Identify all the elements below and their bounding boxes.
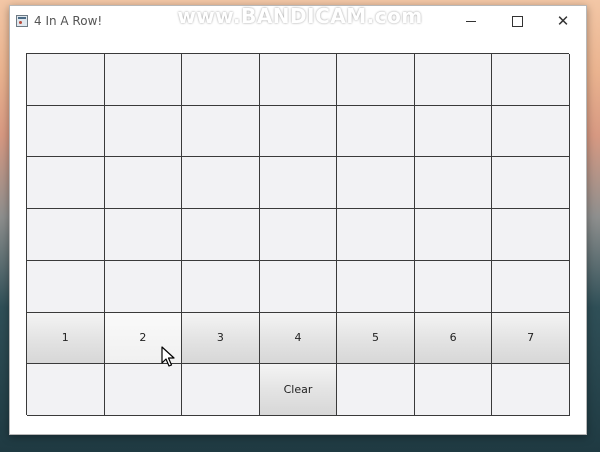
board-cell[interactable] xyxy=(414,209,493,261)
client-area: 1 2 3 4 5 6 7 Clear xyxy=(10,36,586,434)
board-cell[interactable] xyxy=(27,105,105,158)
board-cell[interactable] xyxy=(492,157,570,210)
board-cell[interactable] xyxy=(182,260,260,313)
column-1-button[interactable]: 1 xyxy=(27,312,105,365)
board-cell[interactable] xyxy=(27,157,105,210)
board-cell[interactable] xyxy=(414,54,493,106)
maximize-button[interactable] xyxy=(494,6,540,36)
board-cell[interactable] xyxy=(259,260,338,313)
window-title: 4 In A Row! xyxy=(34,14,103,28)
board-cell[interactable] xyxy=(27,209,105,261)
maximize-icon xyxy=(511,15,523,27)
board-cell[interactable] xyxy=(337,157,415,210)
empty-cell xyxy=(337,364,415,416)
board-cell[interactable] xyxy=(492,209,570,261)
board-cell[interactable] xyxy=(104,157,183,210)
board-cell[interactable] xyxy=(182,54,260,106)
column-5-button[interactable]: 5 xyxy=(337,312,415,365)
board-cell[interactable] xyxy=(259,54,338,106)
column-3-button[interactable]: 3 xyxy=(182,312,260,365)
empty-cell xyxy=(182,364,260,416)
column-4-button[interactable]: 4 xyxy=(259,312,338,365)
minimize-button[interactable] xyxy=(448,6,494,36)
board-cell[interactable] xyxy=(104,105,183,158)
game-board: 1 2 3 4 5 6 7 Clear xyxy=(26,53,570,416)
minimize-icon xyxy=(466,20,476,22)
close-icon: ✕ xyxy=(556,11,570,30)
board-cell[interactable] xyxy=(104,260,183,313)
board-cell[interactable] xyxy=(414,157,493,210)
title-bar: 4 In A Row! ✕ xyxy=(10,6,586,36)
board-cell[interactable] xyxy=(104,209,183,261)
board-cell[interactable] xyxy=(104,54,183,106)
clear-button[interactable]: Clear xyxy=(259,364,338,416)
board-cell[interactable] xyxy=(414,260,493,313)
board-cell[interactable] xyxy=(259,105,338,158)
empty-cell xyxy=(104,364,183,416)
column-7-button[interactable]: 7 xyxy=(492,312,570,365)
board-cell[interactable] xyxy=(414,105,493,158)
mouse-cursor-icon xyxy=(161,346,175,367)
board-cell[interactable] xyxy=(337,54,415,106)
board-cell[interactable] xyxy=(27,260,105,313)
board-cell[interactable] xyxy=(182,157,260,210)
app-window: 4 In A Row! ✕ 1 2 3 4 5 6 7 Clear xyxy=(9,5,587,435)
column-6-button[interactable]: 6 xyxy=(414,312,493,365)
board-cell[interactable] xyxy=(337,260,415,313)
board-cell[interactable] xyxy=(337,209,415,261)
close-button[interactable]: ✕ xyxy=(540,6,586,36)
board-cell[interactable] xyxy=(182,105,260,158)
board-cell[interactable] xyxy=(492,260,570,313)
empty-cell xyxy=(414,364,493,416)
board-cell[interactable] xyxy=(182,209,260,261)
board-cell[interactable] xyxy=(337,105,415,158)
board-cell[interactable] xyxy=(492,105,570,158)
board-cell[interactable] xyxy=(492,54,570,106)
empty-cell xyxy=(27,364,105,416)
board-cell[interactable] xyxy=(259,157,338,210)
board-cell[interactable] xyxy=(27,54,105,106)
board-cell[interactable] xyxy=(259,209,338,261)
empty-cell xyxy=(492,364,570,416)
app-icon xyxy=(16,15,28,27)
